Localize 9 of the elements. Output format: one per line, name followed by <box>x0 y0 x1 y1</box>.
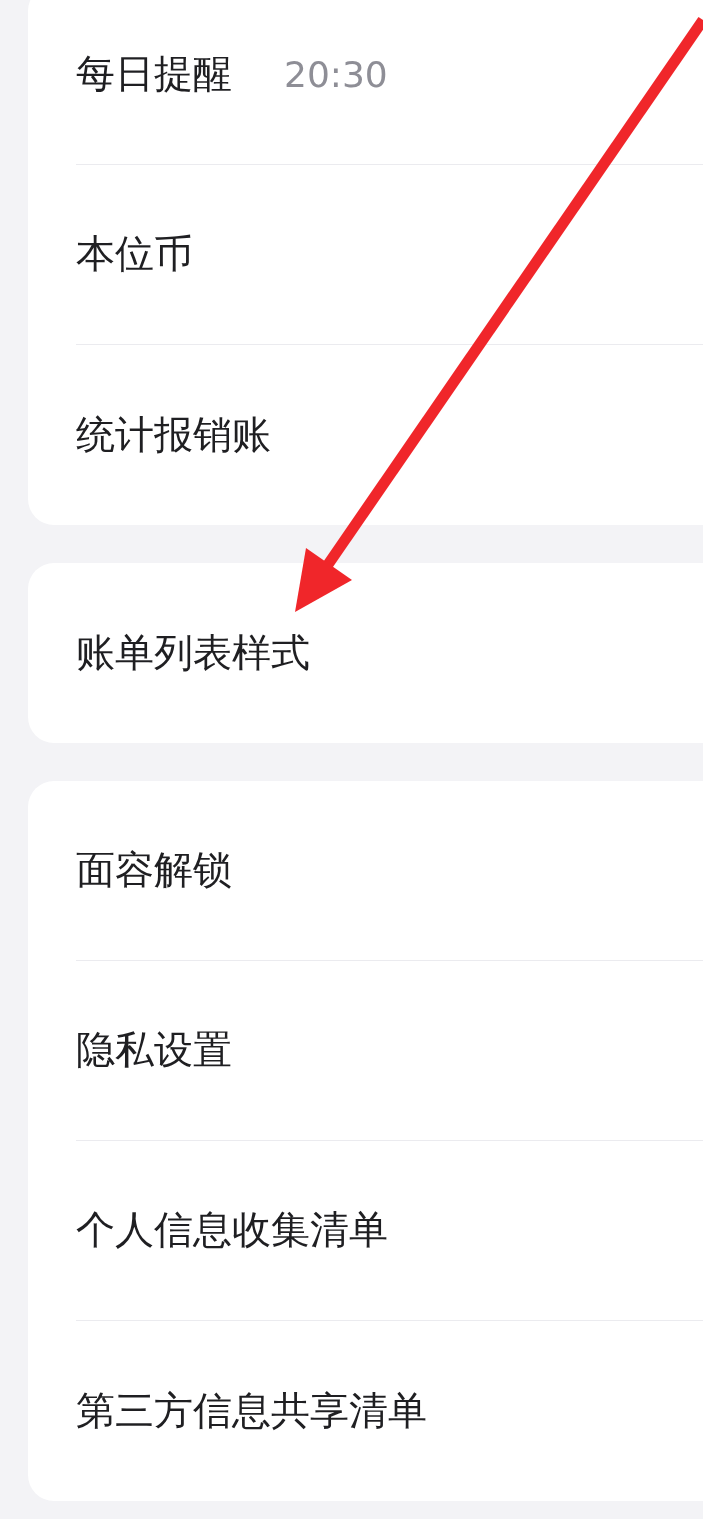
setting-item[interactable]: 统计报销账 <box>76 411 271 459</box>
setting-item[interactable]: 面容解锁 <box>76 847 232 894</box>
setting-item[interactable]: 个人信息收集清单 <box>76 1207 388 1254</box>
setting-item[interactable]: 账单列表样式 <box>76 629 310 677</box>
setting-value: 20:30 <box>284 52 388 97</box>
setting-item[interactable]: 隐私设置 <box>76 1027 232 1074</box>
setting-item[interactable]: 每日提醒 <box>76 51 232 98</box>
setting-item[interactable]: 第三方信息共享清单 <box>76 1387 427 1435</box>
setting-item[interactable]: 本位币 <box>76 231 193 278</box>
